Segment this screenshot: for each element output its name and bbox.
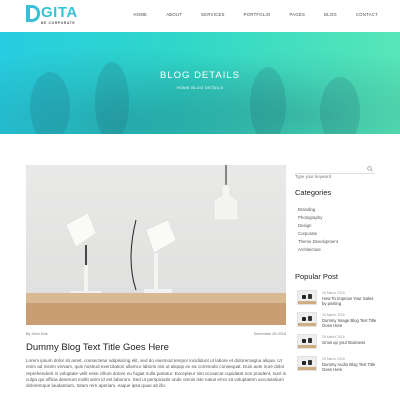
lamp-one-stem (84, 265, 88, 291)
popular-post-date: 26 March 2018 (322, 313, 345, 317)
popular-post-title[interactable]: Grow up your Business (322, 340, 377, 345)
popular-post-title[interactable]: Dummy Image Blog Text Title Goes Here (322, 318, 377, 329)
logo-text: GITA (41, 4, 78, 21)
hero-figure (30, 72, 70, 134)
sidebar-search (295, 165, 375, 181)
post-meta: By John Doe December 26 2018 (26, 332, 286, 336)
category-item[interactable]: Corporate (298, 230, 338, 238)
post-thumbnail[interactable] (297, 290, 317, 305)
logo-mark (26, 5, 40, 22)
nav-item-services[interactable]: SERVICES (201, 12, 225, 17)
search-input[interactable] (295, 172, 363, 181)
category-item[interactable]: Design (298, 222, 338, 230)
nav-item-blog[interactable]: BLOG (324, 12, 337, 17)
table-top (26, 293, 286, 303)
lamp-two-cable (130, 219, 137, 291)
category-item[interactable]: Branding (298, 206, 338, 214)
post-thumbnail[interactable] (297, 334, 317, 349)
table-front (26, 303, 286, 325)
post-featured-image (26, 165, 286, 325)
page-title: BLOG DETAILS (160, 70, 240, 81)
lamp-two-shade (145, 219, 177, 254)
popular-post-list: 26 March 2018 How To Improve Your Sales … (297, 290, 377, 378)
site-logo[interactable]: GITA BE CORPORATE (26, 4, 78, 25)
pendant-lamp (213, 184, 239, 221)
category-item[interactable]: Architecture (298, 246, 338, 254)
popular-post-date: 26 March 2018 (322, 335, 345, 339)
popular-post-title[interactable]: How To Improve Your Sales by posting (322, 296, 377, 307)
main-nav: HOME ABOUT SERVICES PORTFOLIO PAGES BLOG… (114, 12, 378, 17)
nav-item-pages[interactable]: PAGES (290, 12, 306, 17)
popular-post[interactable]: 26 March 2018 Dummy Audio Blog Text Titl… (297, 356, 377, 376)
popular-heading: Popular Post (295, 272, 338, 281)
hero-banner: BLOG DETAILS HOME BLOG DETAILS (0, 32, 400, 134)
lamp-two-stem (154, 253, 158, 289)
categories-list: Branding Photography Design Corporate Th… (298, 206, 338, 254)
site-header: GITA BE CORPORATE HOME ABOUT SERVICES PO… (0, 0, 400, 32)
popular-post[interactable]: 26 March 2018 How To Improve Your Sales … (297, 290, 377, 310)
search-icon[interactable] (367, 166, 373, 172)
breadcrumb[interactable]: HOME BLOG DETAILS (0, 85, 400, 90)
post-body: Lorem ipsum dolor sit amet, consectetur … (26, 358, 287, 389)
category-item[interactable]: Theme Development (298, 238, 338, 246)
post-author[interactable]: By John Doe (26, 332, 48, 336)
post-thumbnail[interactable] (297, 312, 317, 327)
popular-post[interactable]: 26 March 2018 Dummy Image Blog Text Titl… (297, 312, 377, 332)
categories-heading: Categories (295, 188, 332, 197)
logo-tagline: BE CORPORATE (41, 21, 76, 25)
category-item[interactable]: Photography (298, 214, 338, 222)
popular-post-date: 26 March 2018 (322, 291, 345, 295)
post-date: December 26 2018 (253, 332, 286, 336)
popular-post[interactable]: 26 March 2018 Grow up your Business (297, 334, 377, 354)
nav-item-portfolio[interactable]: PORTFOLIO (244, 12, 271, 17)
popular-post-title[interactable]: Dummy Audio Blog Text Title Goes Here (322, 362, 377, 373)
post-thumbnail[interactable] (297, 356, 317, 371)
nav-item-about[interactable]: ABOUT (166, 12, 182, 17)
post-title: Dummy Blog Text Title Goes Here (26, 342, 169, 353)
nav-item-contact[interactable]: CONTACT (356, 12, 378, 17)
nav-item-home[interactable]: HOME (133, 12, 147, 17)
popular-post-date: 26 March 2018 (322, 357, 345, 361)
lamp-one-shade (65, 212, 97, 248)
